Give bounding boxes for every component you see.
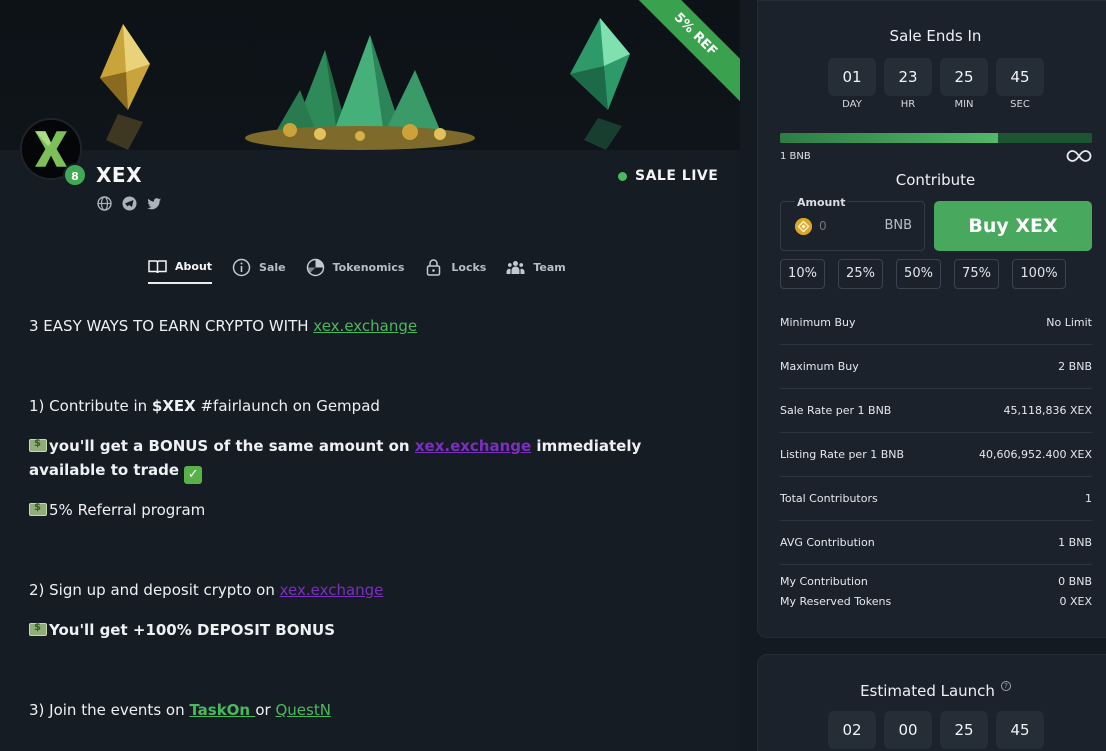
pie-chart-icon (306, 258, 325, 277)
tab-label: Tokenomics (332, 260, 405, 274)
launch-hours: 00 (884, 711, 932, 749)
about-line-3: you'll get a BONUS of the same amount on… (29, 437, 641, 455)
info-row: Maximum Buy 2 BNB (780, 345, 1092, 389)
buy-button[interactable]: Buy XEX (934, 201, 1092, 251)
sale-panel: Sale Ends In 01 DAY 23 HR 25 MIN 45 SEC … (757, 0, 1106, 638)
project-banner: 5% REF (0, 0, 740, 150)
about-line-7: You'll get +100% DEPOSIT BONUS (29, 621, 335, 639)
info-row: Sale Rate per 1 BNB 45,118,836 XEX (780, 389, 1092, 433)
percentage-buttons: 10% 25% 50% 75% 100% (780, 259, 1066, 289)
pct-75-button[interactable]: 75% (954, 259, 999, 289)
progress-fill (780, 133, 999, 143)
estimated-launch-title: Estimated Launch? (758, 681, 1106, 700)
twitter-icon[interactable] (146, 195, 163, 212)
xex-exchange-link[interactable]: xex.exchange (313, 317, 417, 335)
progress-min-label: 1 BNB (780, 151, 811, 162)
pct-100-button[interactable]: 100% (1012, 259, 1066, 289)
bnb-coin-icon (795, 218, 812, 235)
project-tabs: About Sale Tokenomics Locks Team (148, 250, 566, 284)
money-icon (29, 502, 47, 516)
tab-label: Sale (259, 260, 286, 274)
token-name: XEX (96, 163, 143, 187)
pct-50-button[interactable]: 50% (896, 259, 941, 289)
taskon-link[interactable]: TaskOn (189, 701, 255, 719)
launch-panel: Estimated Launch? 02 00 25 45 (757, 654, 1106, 751)
info-row: AVG Contribution 1 BNB (780, 521, 1092, 565)
sale-progress-bar (780, 133, 1092, 143)
check-mark-icon: ✓ (184, 466, 203, 484)
questn-link[interactable]: QuestN (275, 701, 330, 719)
launch-seconds: 45 (996, 711, 1044, 749)
pct-10-button[interactable]: 10% (780, 259, 825, 289)
tab-label: Team (533, 260, 566, 274)
countdown-hours: 23 HR (884, 58, 932, 110)
sale-ends-title: Sale Ends In (889, 27, 982, 45)
money-icon (29, 622, 47, 636)
sale-countdown: 01 DAY 23 HR 25 MIN 45 SEC (828, 58, 1044, 110)
live-dot-icon (618, 171, 627, 181)
xex-exchange-link[interactable]: xex.exchange (415, 437, 531, 455)
about-line-1: 3 EASY WAYS TO EARN CRYPTO WITH xex.exch… (29, 317, 418, 335)
pct-25-button[interactable]: 25% (838, 259, 883, 289)
green-crystals-image (245, 35, 475, 150)
tab-team[interactable]: Team (506, 250, 566, 284)
infinity-icon (1066, 148, 1092, 164)
about-line-8: 3) Join the events on TaskOn or QuestN (29, 701, 331, 719)
contribute-title: Contribute (895, 171, 976, 189)
sale-status: SALE LIVE (618, 168, 718, 184)
status-label: SALE LIVE (635, 168, 719, 184)
green-gem-image (570, 18, 630, 150)
launch-countdown: 02 00 25 45 (828, 711, 1044, 749)
info-row: Listing Rate per 1 BNB 40,606,952.400 XEX (780, 433, 1092, 477)
tab-label: About (175, 259, 213, 273)
money-icon (29, 438, 47, 452)
xex-exchange-link[interactable]: xex.exchange (280, 581, 384, 599)
kyc-badge: 8 (63, 163, 87, 187)
project-content: 5% REF 8 XEX SALE LIVE About Sale Tokeno… (0, 0, 740, 751)
tab-tokenomics[interactable]: Tokenomics (306, 250, 405, 284)
book-icon (148, 257, 167, 276)
amount-unit: BNB (884, 218, 912, 233)
my-contribution-row: My Contribution 0 BNB My Reserved Tokens 0… (780, 574, 1092, 608)
team-icon (506, 258, 525, 277)
about-line-4: available to trade ✓ (29, 461, 203, 484)
social-links (96, 195, 163, 212)
about-line-6: 2) Sign up and deposit crypto on xex.exc… (29, 581, 384, 599)
sale-info-list: Minimum Buy No Limit Maximum Buy 2 BNB Sal… (780, 301, 1092, 617)
launch-minutes: 25 (940, 711, 988, 749)
help-icon[interactable]: ? (1000, 681, 1011, 691)
tab-label: Locks (451, 260, 487, 274)
telegram-icon[interactable] (121, 195, 138, 212)
info-icon (232, 258, 251, 277)
countdown-seconds: 45 SEC (996, 58, 1044, 110)
lock-icon (424, 258, 443, 277)
amount-field[interactable]: Amount BNB (780, 196, 925, 251)
referral-ribbon: 5% REF (624, 0, 740, 106)
info-row: Minimum Buy No Limit (780, 301, 1092, 345)
tab-about[interactable]: About (148, 250, 213, 284)
globe-icon[interactable] (96, 195, 113, 212)
countdown-days: 01 DAY (828, 58, 876, 110)
countdown-minutes: 25 MIN (940, 58, 988, 110)
launch-days: 02 (828, 711, 876, 749)
tab-locks[interactable]: Locks (424, 250, 486, 284)
tab-sale[interactable]: Sale (232, 250, 286, 284)
about-line-2: 1) Contribute in $XEX #fairlaunch on Gem… (29, 397, 380, 415)
amount-input[interactable] (819, 216, 869, 236)
gold-crystal-image (100, 24, 150, 150)
amount-label: Amount (795, 196, 848, 209)
about-line-5: 5% Referral program (29, 501, 205, 519)
info-row: Total Contributors 1 (780, 477, 1092, 521)
